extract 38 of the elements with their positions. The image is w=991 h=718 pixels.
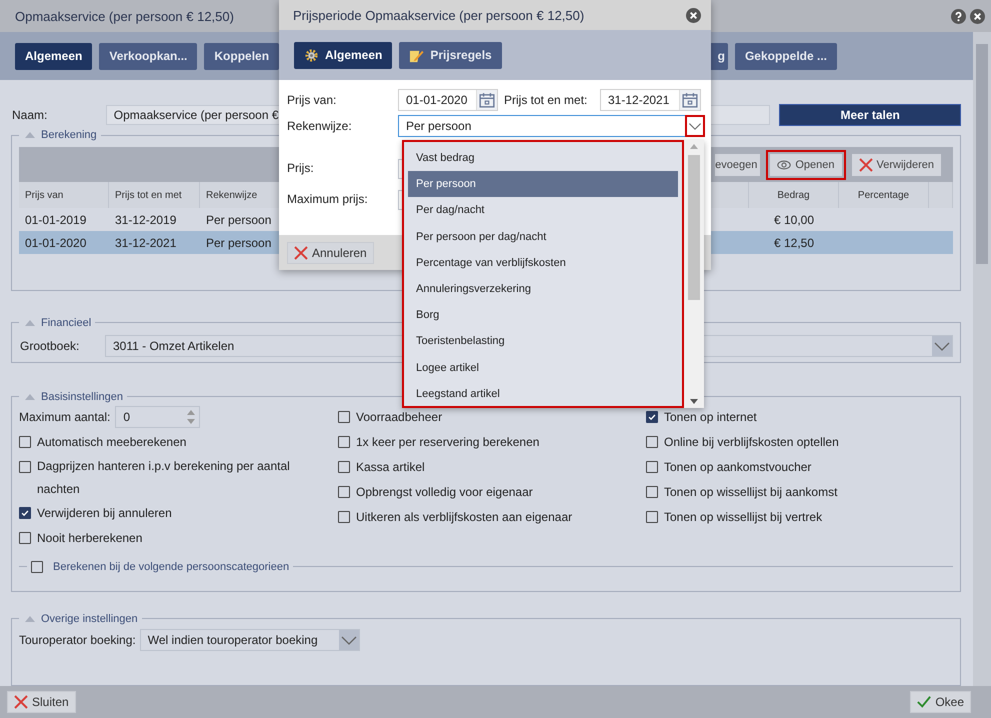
dialog-title: Prijsperiode Opmaakservice (per persoon € 12,50) bbox=[293, 8, 584, 22]
maximum-aantal-label: Maximum aantal: bbox=[19, 410, 110, 424]
checkbox-label: Voorraadbeheer bbox=[356, 408, 442, 426]
rekenwijze-label: Rekenwijze: bbox=[287, 118, 353, 135]
prijs-van-label: Prijs van: bbox=[287, 92, 338, 109]
table-cell-text: € 10,00 bbox=[772, 212, 816, 228]
checkbox-label: Tonen op wissellijst bij vertrek bbox=[664, 508, 822, 526]
checkbox-label: Automatisch meeberekenen bbox=[37, 434, 186, 451]
checkbox-label: Verwijderen bij annuleren bbox=[37, 504, 172, 522]
checkbox-label: Tonen op aankomstvoucher bbox=[664, 458, 812, 476]
table-cell-text: 31-12-2019 bbox=[114, 212, 178, 228]
checkbox-label: Nooit herberekenen bbox=[37, 530, 142, 547]
panel-legend: Basisinstellingen bbox=[41, 390, 123, 403]
table-cell-text: 31-12-2021 bbox=[114, 234, 178, 252]
grootboek-label: Grootboek: bbox=[19, 338, 80, 353]
panel-legend: Overige instellingen bbox=[41, 612, 138, 625]
checkbox-label: Online bij verblijfskosten optellen bbox=[664, 434, 839, 451]
checkbox-label: 1x keer per reservering berekenen bbox=[356, 434, 540, 451]
table-cell-text: Per persoon bbox=[205, 212, 272, 228]
table-cell-text: 01-01-2019 bbox=[24, 212, 88, 228]
prijs-tot-en-met-label: Prijs tot en met: bbox=[503, 92, 588, 109]
panel-legend: Berekening bbox=[41, 129, 97, 141]
checkbox-label: Uitkeren als verblijfskosten aan eigenaar bbox=[356, 508, 572, 526]
checkbox-label: Tonen op internet bbox=[664, 408, 757, 426]
checkbox-label: Kassa artikel bbox=[356, 458, 425, 476]
table-cell-text: 01-01-2020 bbox=[24, 234, 88, 252]
touroperator-label: Touroperator boeking: bbox=[19, 632, 136, 647]
checkbox-label: Opbrengst volledig voor eigenaar bbox=[356, 484, 533, 501]
window-title: Opmaakservice (per persoon € 12,50) bbox=[15, 8, 234, 24]
checkbox-label: Dagprijzen hanteren i.p.v berekening per aantal nachten bbox=[37, 458, 291, 498]
naam-label: Naam: bbox=[11, 108, 48, 122]
panel-legend: Financieel bbox=[41, 316, 92, 329]
checkbox-label: Tonen op wissellijst bij aankomst bbox=[664, 484, 838, 501]
maximum-prijs-label: Maximum prijs: bbox=[287, 191, 369, 208]
persoonscategorieen-label: Berekenen bij de volgende persoonscategorieen bbox=[53, 560, 290, 573]
prijs-label: Prijs: bbox=[287, 160, 315, 177]
table-cell-text: Per persoon bbox=[205, 234, 272, 252]
table-cell-text: € 12,50 bbox=[772, 234, 816, 252]
